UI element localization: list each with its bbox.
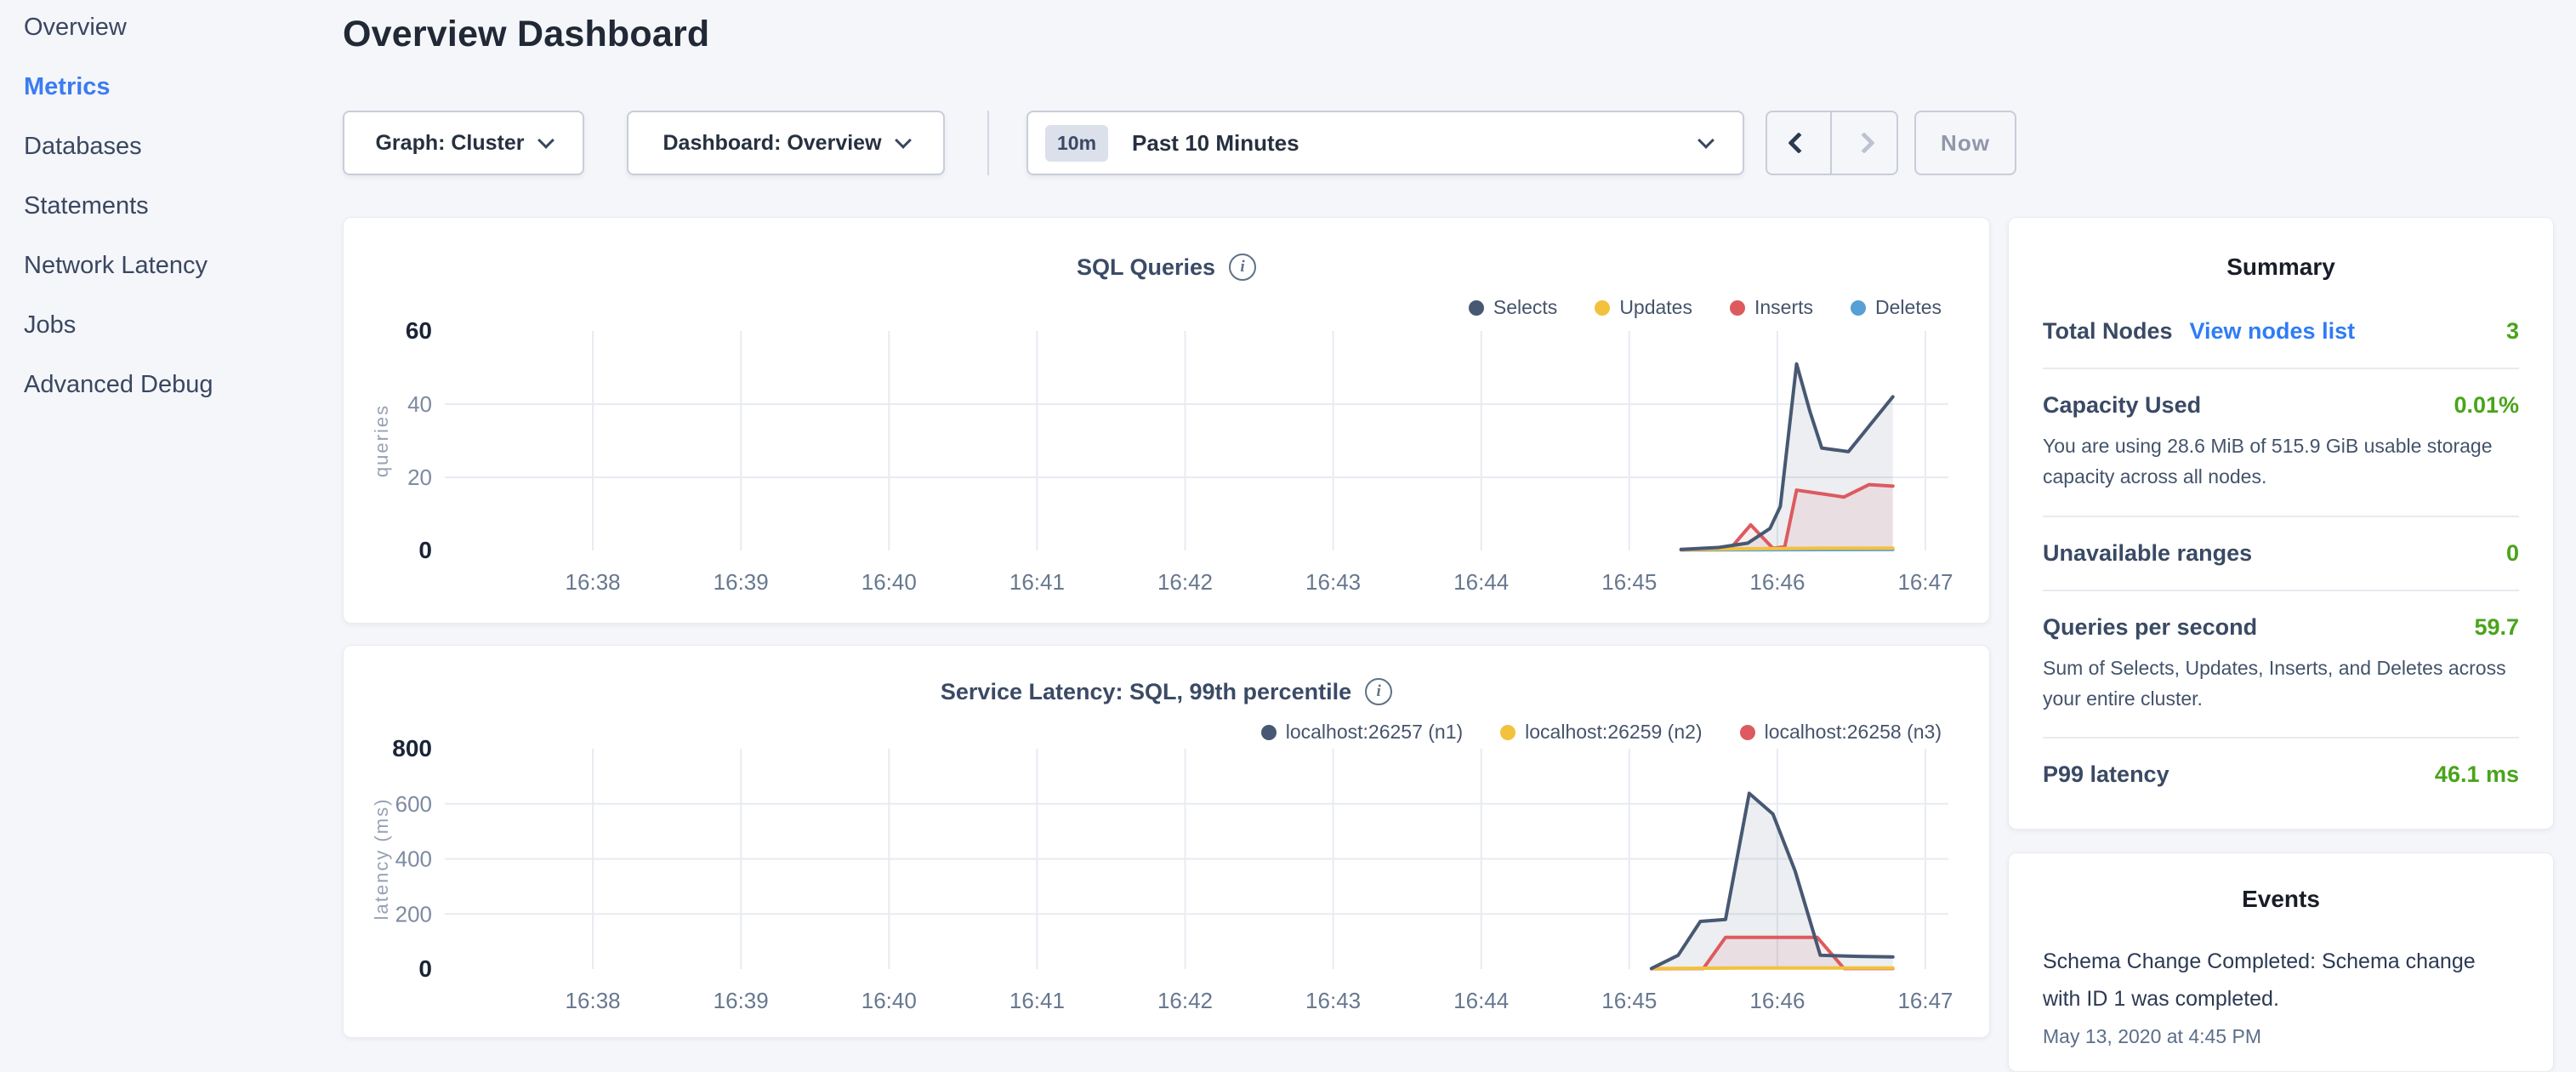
event-text: Schema Change Completed: Schema change w… bbox=[2043, 944, 2519, 1018]
event-date: May 13, 2020 at 4:45 PM bbox=[2043, 1025, 2519, 1048]
time-forward-button[interactable] bbox=[1832, 112, 1896, 174]
svg-text:16:42: 16:42 bbox=[1157, 988, 1213, 1013]
capacity-used-desc: You are using 28.6 MiB of 515.9 GiB usab… bbox=[2043, 431, 2519, 493]
toolbar-divider bbox=[987, 111, 989, 175]
qps-value: 59.7 bbox=[2474, 614, 2519, 641]
chevron-left-icon bbox=[1788, 132, 1809, 153]
svg-text:16:47: 16:47 bbox=[1897, 569, 1953, 595]
sidebar-item-metrics[interactable]: Metrics bbox=[24, 73, 313, 133]
events-title: Events bbox=[2009, 886, 2553, 913]
event-list-item: Schema Change Completed: Schema change w… bbox=[2043, 944, 2519, 1048]
dashboard-label: Dashboard: Overview bbox=[662, 131, 881, 156]
svg-text:60: 60 bbox=[406, 317, 432, 344]
svg-text:16:43: 16:43 bbox=[1305, 988, 1361, 1013]
chevron-right-icon bbox=[1853, 132, 1874, 153]
svg-text:16:45: 16:45 bbox=[1601, 569, 1657, 595]
view-nodes-list-link[interactable]: View nodes list bbox=[2190, 318, 2356, 345]
qps-desc: Sum of Selects, Updates, Inserts, and De… bbox=[2043, 653, 2519, 715]
toolbar: Graph: Cluster Dashboard: Overview 10m P… bbox=[343, 111, 2044, 175]
stat-unavailable-ranges: Unavailable ranges 0 bbox=[2043, 540, 2519, 567]
sidebar-item-advanced-debug[interactable]: Advanced Debug bbox=[24, 371, 313, 431]
service-latency-chart-card: Service Latency: SQL, 99th percentile i … bbox=[343, 645, 1990, 1038]
svg-text:40: 40 bbox=[407, 391, 432, 417]
svg-text:600: 600 bbox=[395, 791, 432, 817]
chevron-down-icon bbox=[537, 132, 554, 149]
now-button-label: Now bbox=[1941, 130, 1990, 157]
svg-text:16:45: 16:45 bbox=[1601, 988, 1657, 1013]
svg-text:16:39: 16:39 bbox=[714, 569, 769, 595]
p99-latency-value: 46.1 ms bbox=[2435, 761, 2519, 788]
chevron-down-icon bbox=[1697, 132, 1714, 149]
divider bbox=[2043, 516, 2519, 517]
svg-text:16:47: 16:47 bbox=[1897, 988, 1953, 1013]
time-range-badge: 10m bbox=[1045, 125, 1108, 162]
time-step-group bbox=[1766, 111, 1898, 175]
svg-text:16:46: 16:46 bbox=[1749, 988, 1805, 1013]
svg-text:16:44: 16:44 bbox=[1453, 988, 1509, 1013]
stat-total-nodes: Total Nodes View nodes list 3 bbox=[2043, 318, 2519, 345]
service-latency-plot: 16:38 16:39 16:40 16:41 16:42 16:43 16:44 16:45… bbox=[344, 646, 1989, 1037]
graph-scope-dropdown[interactable]: Graph: Cluster bbox=[343, 111, 584, 175]
svg-text:16:39: 16:39 bbox=[714, 988, 769, 1013]
chevron-down-icon bbox=[895, 132, 912, 149]
divider bbox=[2043, 590, 2519, 591]
svg-text:16:42: 16:42 bbox=[1157, 569, 1213, 595]
svg-text:latency (ms): latency (ms) bbox=[371, 798, 392, 921]
sql-queries-chart-card: SQL Queries i Selects Updates Inserts De… bbox=[343, 217, 1990, 624]
svg-text:queries: queries bbox=[371, 404, 392, 477]
svg-text:800: 800 bbox=[392, 735, 432, 761]
svg-text:16:38: 16:38 bbox=[566, 988, 621, 1013]
sidebar-item-statements[interactable]: Statements bbox=[24, 192, 313, 252]
svg-text:16:41: 16:41 bbox=[1009, 988, 1065, 1013]
summary-panel: Summary Total Nodes View nodes list 3 Ca… bbox=[2008, 217, 2554, 830]
svg-text:16:40: 16:40 bbox=[862, 988, 917, 1013]
now-button[interactable]: Now bbox=[1914, 111, 2016, 175]
divider bbox=[2043, 737, 2519, 738]
svg-text:400: 400 bbox=[395, 847, 432, 872]
stat-p99-latency: P99 latency 46.1 ms bbox=[2043, 761, 2519, 788]
unavailable-ranges-value: 0 bbox=[2506, 540, 2519, 567]
capacity-used-value: 0.01% bbox=[2454, 392, 2519, 419]
dashboard-dropdown[interactable]: Dashboard: Overview bbox=[627, 111, 945, 175]
events-panel: Events Schema Change Completed: Schema c… bbox=[2008, 852, 2554, 1072]
svg-text:0: 0 bbox=[418, 537, 432, 563]
svg-text:200: 200 bbox=[395, 901, 432, 927]
svg-text:0: 0 bbox=[418, 955, 432, 982]
svg-text:16:43: 16:43 bbox=[1305, 569, 1361, 595]
svg-text:16:40: 16:40 bbox=[862, 569, 917, 595]
svg-text:16:44: 16:44 bbox=[1453, 569, 1509, 595]
sidebar-item-overview[interactable]: Overview bbox=[24, 14, 313, 73]
summary-title: Summary bbox=[2009, 254, 2553, 281]
main-content: Overview Dashboard bbox=[343, 0, 1990, 55]
graph-scope-label: Graph: Cluster bbox=[375, 131, 524, 156]
time-range-label: Past 10 Minutes bbox=[1132, 130, 1299, 157]
sidebar-item-databases[interactable]: Databases bbox=[24, 133, 313, 192]
time-range-dropdown[interactable]: 10m Past 10 Minutes bbox=[1026, 111, 1744, 175]
page-title: Overview Dashboard bbox=[343, 14, 1990, 55]
svg-text:20: 20 bbox=[407, 465, 432, 490]
time-back-button[interactable] bbox=[1767, 112, 1832, 174]
stat-capacity-used: Capacity Used 0.01% bbox=[2043, 392, 2519, 419]
divider bbox=[2043, 368, 2519, 369]
svg-text:16:41: 16:41 bbox=[1009, 569, 1065, 595]
sidebar: Overview Metrics Databases Statements Ne… bbox=[24, 14, 313, 431]
total-nodes-value: 3 bbox=[2506, 318, 2519, 345]
svg-text:16:38: 16:38 bbox=[566, 569, 621, 595]
sidebar-item-network-latency[interactable]: Network Latency bbox=[24, 252, 313, 311]
sidebar-item-jobs[interactable]: Jobs bbox=[24, 311, 313, 371]
svg-text:16:46: 16:46 bbox=[1749, 569, 1805, 595]
sql-queries-plot: 16:38 16:39 16:40 16:41 16:42 16:43 16:44 16:45… bbox=[344, 218, 1989, 623]
stat-queries-per-second: Queries per second 59.7 bbox=[2043, 614, 2519, 641]
